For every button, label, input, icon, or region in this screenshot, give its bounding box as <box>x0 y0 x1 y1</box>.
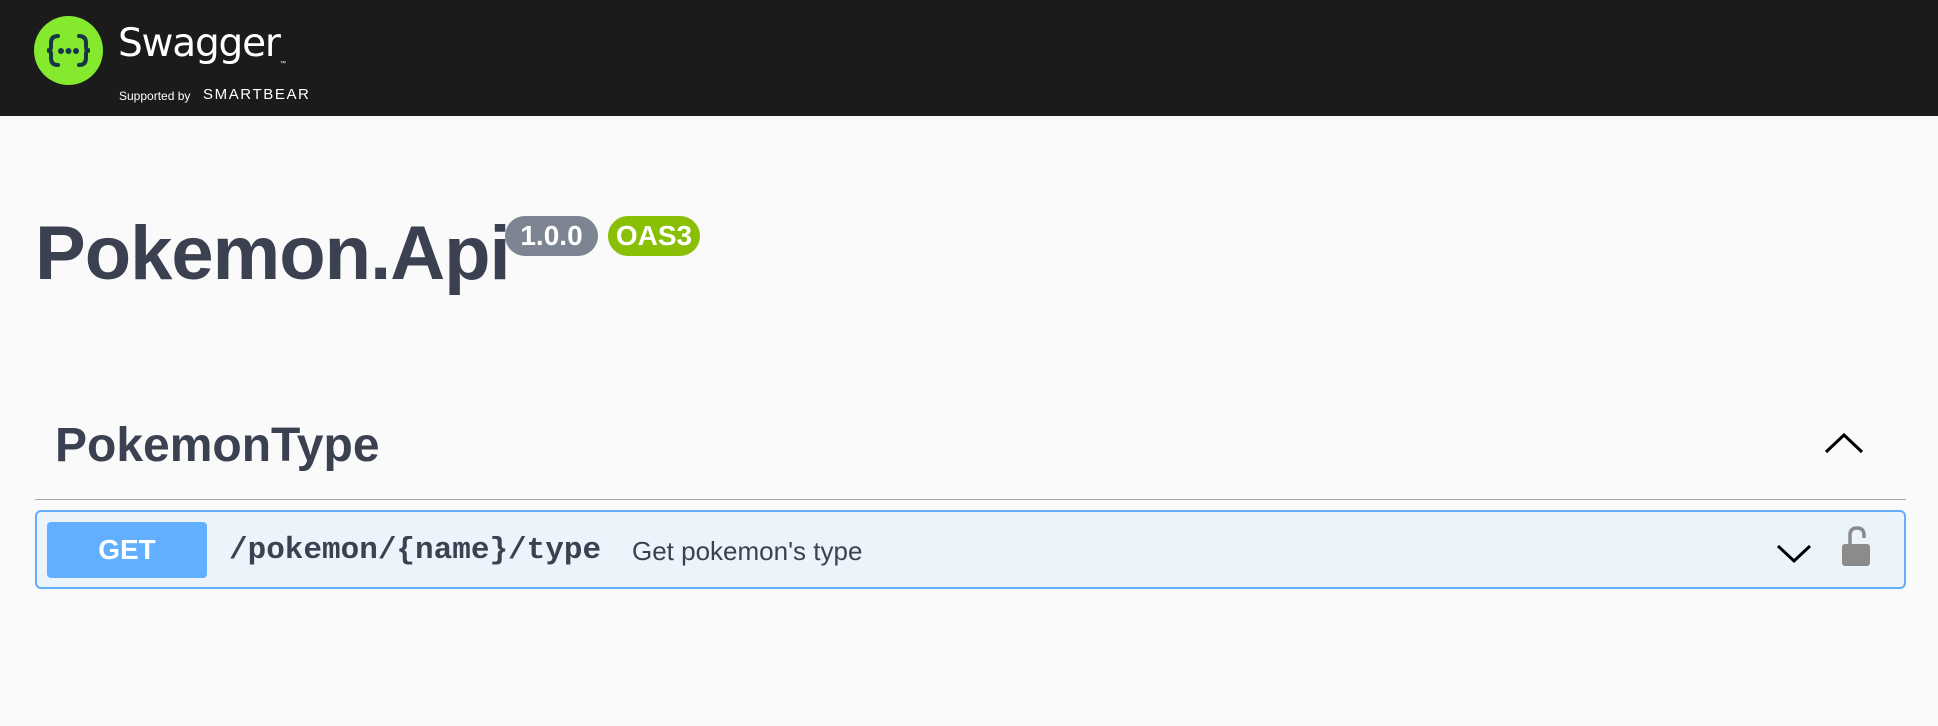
chevron-up-icon[interactable] <box>1822 426 1866 460</box>
swagger-logo-icon <box>34 16 103 85</box>
logo-text: Swagger ™ Supported by SMARTBEAR <box>118 21 318 103</box>
logo-supported-by: Supported by <box>119 89 191 103</box>
method-badge: GET <box>47 522 207 578</box>
operation-summary[interactable]: GET /pokemon/{name}/type Get pokemon's t… <box>37 512 1904 587</box>
logo-trademark: ™ <box>280 61 286 67</box>
version-badge: 1.0.0 <box>505 216 598 256</box>
operation-get-pokemon-type: GET /pokemon/{name}/type Get pokemon's t… <box>35 510 1906 589</box>
swagger-logo-link[interactable]: Swagger ™ Supported by SMARTBEAR <box>34 16 318 103</box>
oas-badge: OAS3 <box>608 216 700 256</box>
chevron-down-icon[interactable] <box>1775 541 1813 565</box>
operation-description: Get pokemon's type <box>632 536 863 566</box>
tag-name: PokemonType <box>55 419 380 472</box>
api-title: Pokemon.Api <box>35 211 511 296</box>
logo-wordmark: Swagger <box>118 21 281 66</box>
logo-brand: SMARTBEAR <box>203 86 311 103</box>
tag-section-header[interactable]: PokemonType <box>35 404 1906 500</box>
topbar: Swagger ™ Supported by SMARTBEAR <box>0 0 1938 116</box>
operation-path: /pokemon/{name}/type <box>229 533 602 568</box>
lock-icon[interactable] <box>1841 525 1871 567</box>
